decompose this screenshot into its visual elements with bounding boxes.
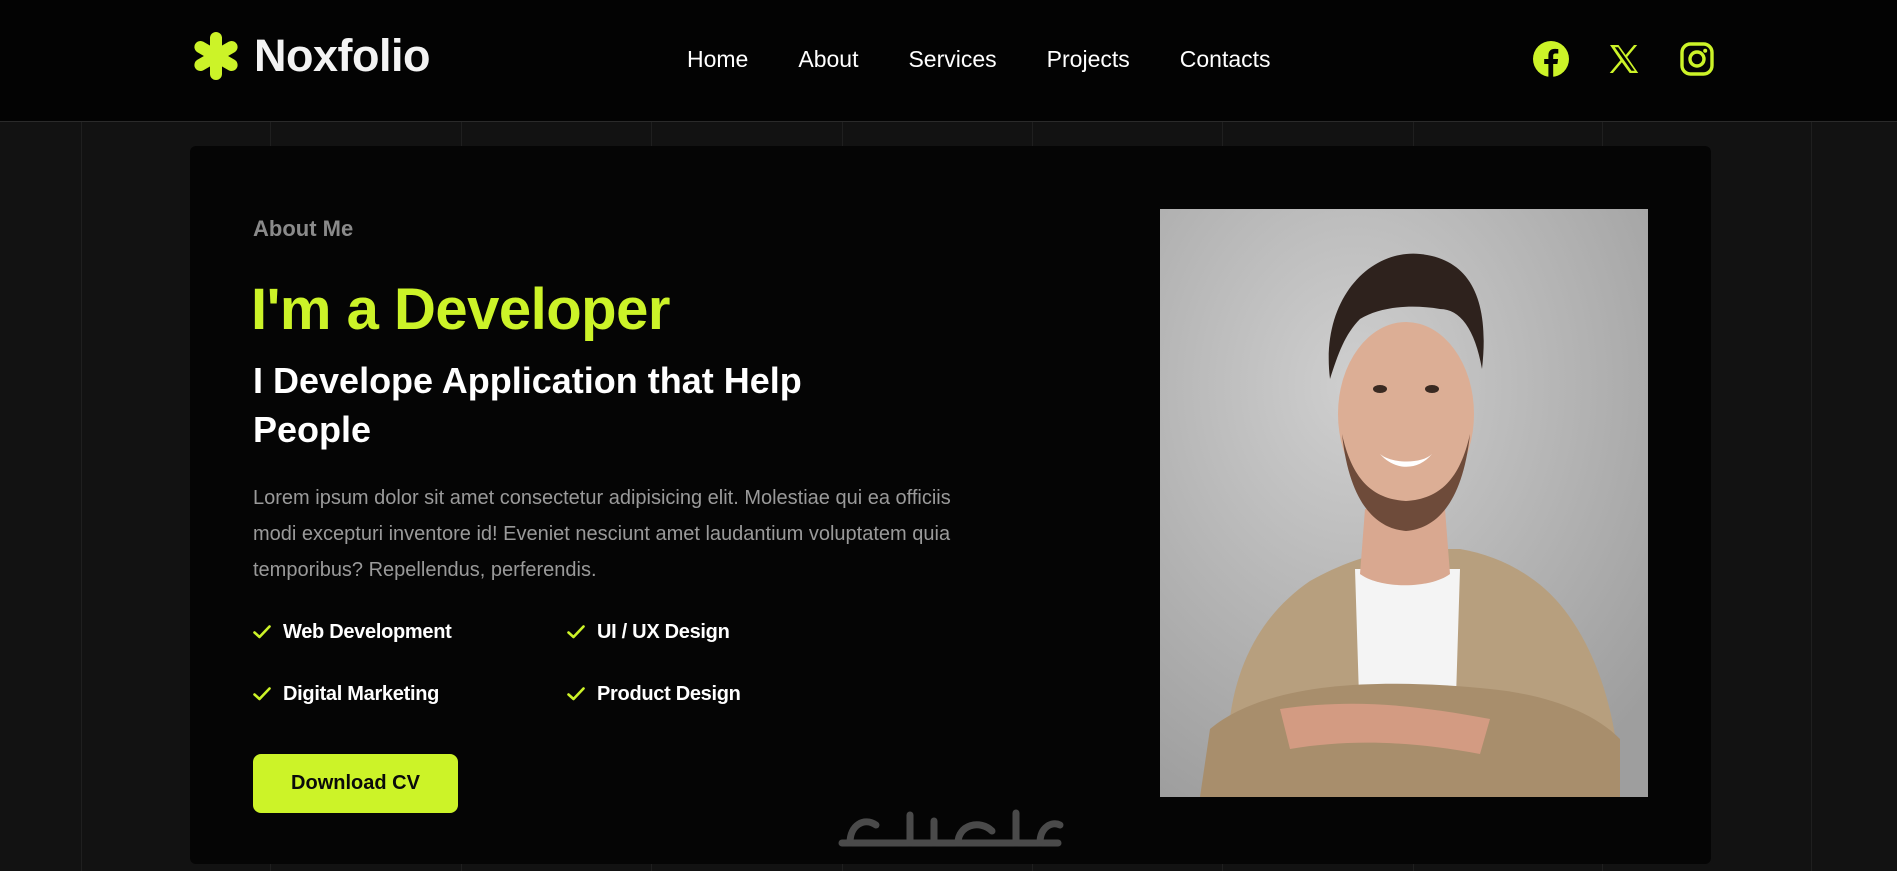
nav-about[interactable]: About [798, 46, 858, 73]
asterisk-logo-icon [194, 32, 238, 80]
headline: I'm a Developer [251, 277, 670, 342]
skill-item: Product Design [567, 682, 853, 706]
instagram-link[interactable] [1678, 40, 1716, 78]
nav-contacts[interactable]: Contacts [1180, 46, 1271, 73]
subheadline: I Develope Application that Help People [253, 360, 802, 450]
nav-home[interactable]: Home [687, 46, 748, 73]
nav-projects[interactable]: Projects [1047, 46, 1130, 73]
instagram-icon [1680, 42, 1714, 76]
facebook-link[interactable] [1532, 40, 1570, 78]
page: Noxfolio Home About Services Projects Co… [0, 0, 1897, 871]
skill-label: Product Design [597, 682, 741, 705]
check-icon [567, 687, 585, 701]
x-twitter-link[interactable] [1605, 40, 1643, 78]
skill-item: UI / UX Design [567, 620, 853, 644]
check-icon [253, 687, 271, 701]
main-nav: Home About Services Projects Contacts [687, 46, 1271, 73]
about-section: About Me I'm a Developer I Develope Appl… [190, 146, 1711, 864]
skill-item: Web Development [253, 620, 567, 644]
facebook-icon [1533, 41, 1569, 77]
section-label: About Me [253, 216, 354, 241]
x-twitter-icon [1609, 45, 1639, 73]
check-icon [567, 625, 585, 639]
check-icon [253, 625, 271, 639]
skill-label: UI / UX Design [597, 620, 730, 643]
about-description: Lorem ipsum dolor sit amet consectetur a… [253, 487, 951, 581]
skill-item: Digital Marketing [253, 682, 567, 706]
portrait-photo [1160, 209, 1648, 797]
download-cv-button[interactable]: Download CV [253, 754, 458, 813]
site-header: Noxfolio Home About Services Projects Co… [0, 0, 1897, 122]
skill-label: Digital Marketing [283, 682, 440, 705]
social-links [1532, 40, 1716, 78]
skill-label: Web Development [283, 620, 452, 643]
brand-name: Noxfolio [254, 30, 430, 81]
nav-services[interactable]: Services [908, 46, 996, 73]
skills-list: Web Development UI / UX Design Digital M… [253, 620, 853, 706]
watermark-logo [838, 809, 1064, 847]
brand-logo-link[interactable]: Noxfolio [190, 30, 430, 82]
